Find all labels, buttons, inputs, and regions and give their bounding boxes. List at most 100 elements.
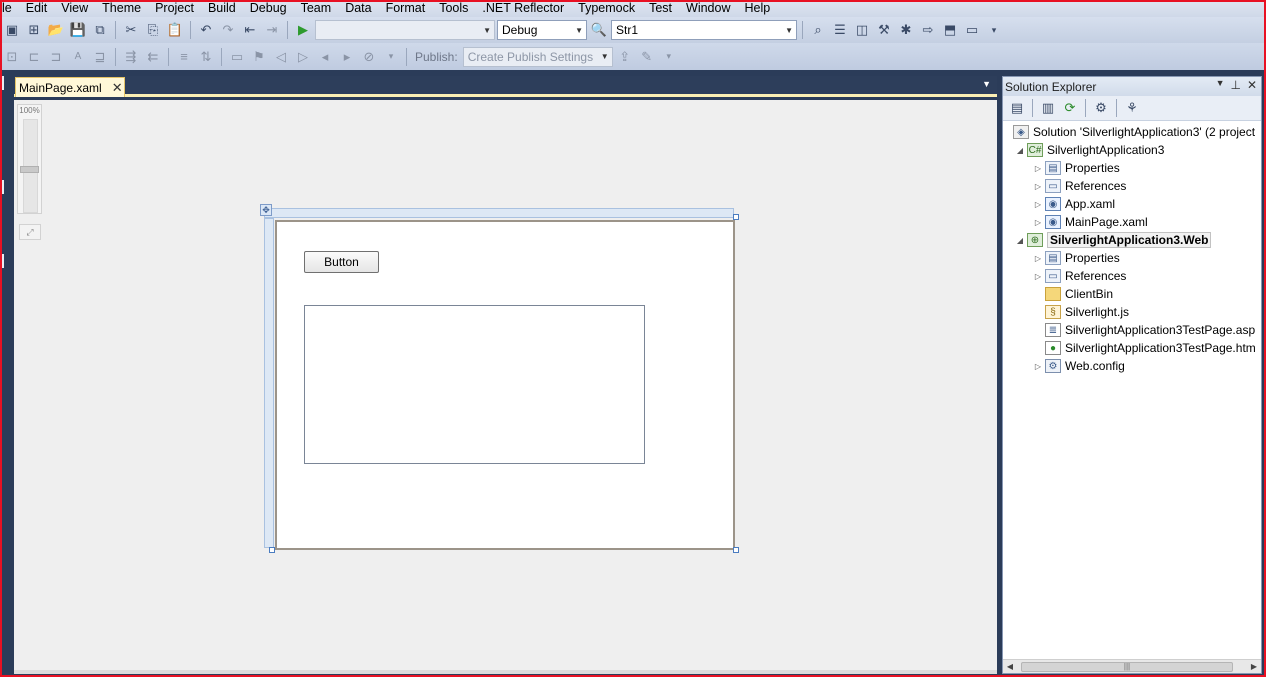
xaml-designer-canvas[interactable]: 100% ⤢ ✥ Button	[14, 100, 997, 674]
pin-icon[interactable]: ⊥	[1230, 78, 1240, 92]
menu-edit[interactable]: Edit	[19, 0, 55, 17]
menu-build[interactable]: Build	[201, 0, 243, 17]
next-bookmark-icon[interactable]: ▷	[293, 47, 313, 67]
tree-node-testpage-html[interactable]: ● SilverlightApplication3TestPage.htm	[1003, 339, 1261, 357]
tree-node-properties[interactable]: ▷ ▤ Properties	[1003, 249, 1261, 267]
solution-platform-combo[interactable]: ▼	[315, 20, 495, 40]
save-all-icon[interactable]: ⧉	[90, 20, 110, 40]
prev-bookmark-in-folder-icon[interactable]: ◂	[315, 47, 335, 67]
expand-arrow-icon[interactable]: ▷	[1031, 272, 1045, 281]
resize-grip[interactable]	[733, 547, 739, 553]
tree-node-project[interactable]: ◢ C# SilverlightApplication3	[1003, 141, 1261, 159]
tools-icon[interactable]: ✱	[896, 20, 916, 40]
save-icon[interactable]: 💾	[68, 20, 88, 40]
order-icon[interactable]: ⇅	[196, 47, 216, 67]
zoom-thumb[interactable]	[20, 166, 39, 173]
redo-icon[interactable]: ↷	[218, 20, 238, 40]
expand-arrow-icon[interactable]: ▷	[1031, 254, 1045, 263]
tree-node-clientbin[interactable]: ClientBin	[1003, 285, 1261, 303]
designer-horizontal-scrollbar[interactable]	[14, 670, 997, 674]
solution-explorer-horizontal-scrollbar[interactable]: ◀ ||| ▶	[1003, 659, 1261, 673]
tree-node-web-config[interactable]: ▷ ⚙ Web.config	[1003, 357, 1261, 375]
font-size-icon[interactable]: A	[68, 47, 88, 67]
tree-node-silverlight-js[interactable]: § Silverlight.js	[1003, 303, 1261, 321]
tree-node-app-xaml[interactable]: ▷ ◉ App.xaml	[1003, 195, 1261, 213]
start-debugging-icon[interactable]: ▶	[293, 20, 313, 40]
toolbox-icon[interactable]: ⚒	[874, 20, 894, 40]
scroll-right-icon[interactable]: ▶	[1247, 662, 1261, 671]
expand-arrow-icon[interactable]: ▷	[1031, 362, 1045, 371]
grid-ruler-top[interactable]	[264, 208, 734, 218]
open-file-icon[interactable]: 📂	[46, 20, 66, 40]
toolbox-tab-marker[interactable]	[1, 76, 4, 90]
expand-arrow-icon[interactable]: ▷	[1031, 182, 1045, 191]
zoom-slider[interactable]: 100%	[17, 104, 42, 214]
close-icon[interactable]: ✕	[112, 80, 123, 96]
tree-node-references[interactable]: ▷ ▭ References	[1003, 177, 1261, 195]
designer-button[interactable]: Button	[304, 251, 379, 273]
undo-icon[interactable]: ↶	[196, 20, 216, 40]
next-bookmark-in-folder-icon[interactable]: ▸	[337, 47, 357, 67]
properties-icon[interactable]: ▤	[1007, 98, 1027, 118]
tree-node-web-project[interactable]: ◢ ⊕ SilverlightApplication3.Web	[1003, 231, 1261, 249]
tab-mainpage-xaml[interactable]: MainPage.xaml ✕	[15, 77, 125, 97]
grid-ruler-left[interactable]	[264, 218, 274, 548]
chevron-down-icon[interactable]: ▼	[982, 79, 991, 89]
toolbar-options-icon[interactable]: ▾	[381, 47, 401, 67]
user-control-surface[interactable]: Button	[275, 220, 735, 550]
add-item-icon[interactable]: ⊞	[24, 20, 44, 40]
show-all-files-icon[interactable]: ▥	[1038, 98, 1058, 118]
indent-icon[interactable]: ⇶	[121, 47, 141, 67]
menu-file[interactable]: le	[0, 0, 19, 17]
toolbar-options-icon[interactable]: ▾	[984, 20, 1004, 40]
refresh-icon[interactable]: ⟳	[1060, 98, 1080, 118]
resize-grip[interactable]	[269, 547, 275, 553]
tree-node-solution[interactable]: ◈ Solution 'SilverlightApplication3' (2 …	[1003, 123, 1261, 141]
configuration-combo[interactable]: Debug ▼	[497, 20, 587, 40]
collapse-arrow-icon[interactable]: ◢	[1013, 146, 1027, 155]
find-in-files-icon[interactable]: 🔍	[589, 20, 609, 40]
view-class-diagram-icon[interactable]: ⚙	[1091, 98, 1111, 118]
toolbar-options-icon[interactable]: ▾	[659, 47, 679, 67]
tree-node-references[interactable]: ▷ ▭ References	[1003, 267, 1261, 285]
zoom-to-fit-icon[interactable]: ⤢	[19, 224, 41, 240]
extension-manager-icon[interactable]: ⬒	[940, 20, 960, 40]
paste-icon[interactable]: 📋	[165, 20, 185, 40]
bookmark-icon[interactable]: ⚑	[249, 47, 269, 67]
expand-arrow-icon[interactable]: ▷	[1031, 164, 1045, 173]
new-project-icon[interactable]: ▣	[2, 20, 22, 40]
spacing-icon[interactable]: ≡	[174, 47, 194, 67]
tree-node-properties[interactable]: ▷ ▤ Properties	[1003, 159, 1261, 177]
menu-theme[interactable]: Theme	[95, 0, 148, 17]
publish-settings-icon[interactable]: ✎	[637, 47, 657, 67]
tree-node-mainpage-xaml[interactable]: ▷ ◉ MainPage.xaml	[1003, 213, 1261, 231]
window-position-icon[interactable]: ▼	[1216, 78, 1225, 92]
expand-arrow-icon[interactable]: ▷	[1031, 218, 1045, 227]
publish-web-icon[interactable]: ⇪	[615, 47, 635, 67]
align-centers-icon[interactable]: ⊐	[46, 47, 66, 67]
comment-icon[interactable]: ▭	[227, 47, 247, 67]
command-window-icon[interactable]: ▭	[962, 20, 982, 40]
menu-tools[interactable]: Tools	[432, 0, 475, 17]
menu-team[interactable]: Team	[294, 0, 339, 17]
clear-bookmarks-icon[interactable]: ⊘	[359, 47, 379, 67]
copy-website-icon[interactable]: ⚘	[1122, 98, 1142, 118]
menu-project[interactable]: Project	[148, 0, 201, 17]
resize-grip[interactable]	[733, 214, 739, 220]
cut-icon[interactable]: ✂	[121, 20, 141, 40]
prev-bookmark-icon[interactable]: ◁	[271, 47, 291, 67]
align-to-grid-icon[interactable]: ⊡	[2, 47, 22, 67]
solution-explorer-icon[interactable]: ⌕	[808, 20, 828, 40]
navigate-back-icon[interactable]: ⇤	[240, 20, 260, 40]
menu-window[interactable]: Window	[679, 0, 737, 17]
menu-help[interactable]: Help	[738, 0, 778, 17]
menu-debug[interactable]: Debug	[243, 0, 294, 17]
menu-test[interactable]: Test	[642, 0, 679, 17]
outdent-icon[interactable]: ⇇	[143, 47, 163, 67]
scroll-left-icon[interactable]: ◀	[1003, 662, 1017, 671]
menu-data[interactable]: Data	[338, 0, 378, 17]
server-explorer-tab-marker[interactable]	[1, 180, 4, 194]
menu-net-reflector[interactable]: .NET Reflector	[475, 0, 571, 17]
menu-view[interactable]: View	[54, 0, 95, 17]
data-sources-tab-marker[interactable]	[1, 254, 4, 268]
